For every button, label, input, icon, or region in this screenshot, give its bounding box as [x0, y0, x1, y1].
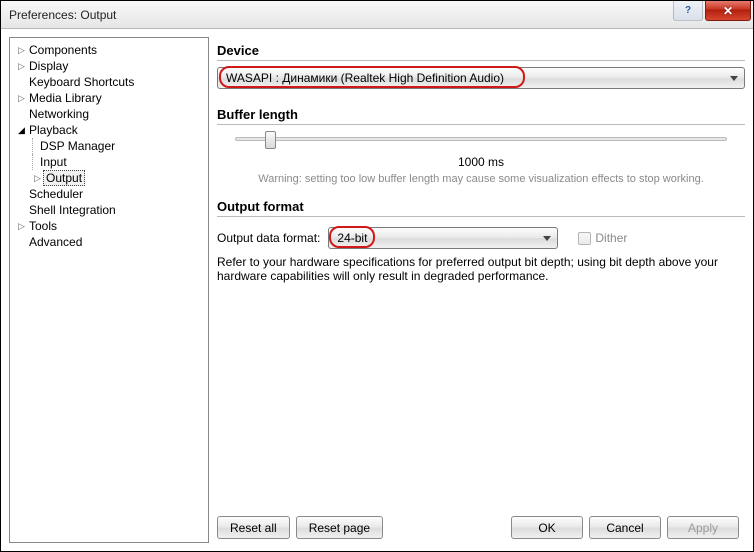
dither-label: Dither — [595, 231, 627, 245]
titlebar-buttons: ? ✕ — [673, 1, 753, 21]
slider-thumb[interactable] — [265, 131, 276, 149]
device-combo[interactable]: WASAPI : Динамики (Realtek High Definiti… — [217, 67, 745, 89]
tree-item-shell-integration[interactable]: Shell Integration — [10, 202, 208, 218]
tree-item-networking[interactable]: Networking — [10, 106, 208, 122]
ok-button[interactable]: OK — [511, 516, 583, 539]
output-format-heading: Output format — [217, 199, 745, 217]
tree-item-advanced[interactable]: Advanced — [10, 234, 208, 250]
tree-item-tools[interactable]: ▷Tools — [10, 218, 208, 234]
tree-item-keyboard-shortcuts[interactable]: Keyboard Shortcuts — [10, 74, 208, 90]
tree-item-dsp-manager[interactable]: DSP Manager — [10, 138, 208, 154]
tree-item-input[interactable]: Input — [10, 154, 208, 170]
help-button[interactable]: ? — [673, 1, 703, 21]
output-format-selected: 24-bit — [337, 231, 367, 245]
expander-icon: ▷ — [16, 221, 27, 232]
dither-checkbox[interactable]: Dither — [578, 231, 627, 245]
buffer-heading: Buffer length — [217, 107, 745, 125]
output-format-help: Refer to your hardware specifications fo… — [217, 255, 745, 283]
expander-icon: ▷ — [32, 173, 43, 184]
titlebar: Preferences: Output ? ✕ — [1, 1, 753, 29]
expander-icon — [16, 189, 27, 199]
buffer-slider[interactable] — [235, 137, 727, 141]
apply-button[interactable]: Apply — [667, 516, 739, 539]
output-format-label: Output data format: — [217, 231, 320, 245]
tree-item-output[interactable]: ▷Output — [10, 170, 208, 186]
expander-icon — [16, 237, 27, 247]
device-heading: Device — [217, 43, 745, 61]
tree-item-playback[interactable]: ◢Playback — [10, 122, 208, 138]
close-button[interactable]: ✕ — [705, 1, 751, 21]
expander-icon: ◢ — [16, 125, 27, 136]
tree-item-scheduler[interactable]: Scheduler — [10, 186, 208, 202]
preferences-tree[interactable]: ▷Components ▷Display Keyboard Shortcuts … — [9, 37, 209, 543]
tree-item-media-library[interactable]: ▷Media Library — [10, 90, 208, 106]
reset-page-button[interactable]: Reset page — [296, 516, 383, 539]
expander-icon — [16, 109, 27, 119]
tree-item-components[interactable]: ▷Components — [10, 42, 208, 58]
expander-icon: ▷ — [16, 45, 27, 56]
device-selected-text: WASAPI : Динамики (Realtek High Definiti… — [226, 71, 504, 85]
tree-item-display[interactable]: ▷Display — [10, 58, 208, 74]
buffer-warning-text: Warning: setting too low buffer length m… — [235, 173, 727, 185]
output-format-combo[interactable]: 24-bit — [328, 227, 558, 249]
buffer-value-text: 1000 ms — [235, 155, 727, 169]
bottom-button-bar: Reset all Reset page OK Cancel Apply — [217, 516, 739, 539]
expander-icon — [16, 77, 27, 87]
reset-all-button[interactable]: Reset all — [217, 516, 290, 539]
close-icon: ✕ — [723, 4, 733, 18]
checkbox-box-icon — [578, 232, 591, 245]
window-title: Preferences: Output — [9, 8, 116, 22]
expander-icon — [16, 205, 27, 215]
cancel-button[interactable]: Cancel — [589, 516, 661, 539]
expander-icon: ▷ — [16, 61, 27, 72]
expander-icon: ▷ — [16, 93, 27, 104]
